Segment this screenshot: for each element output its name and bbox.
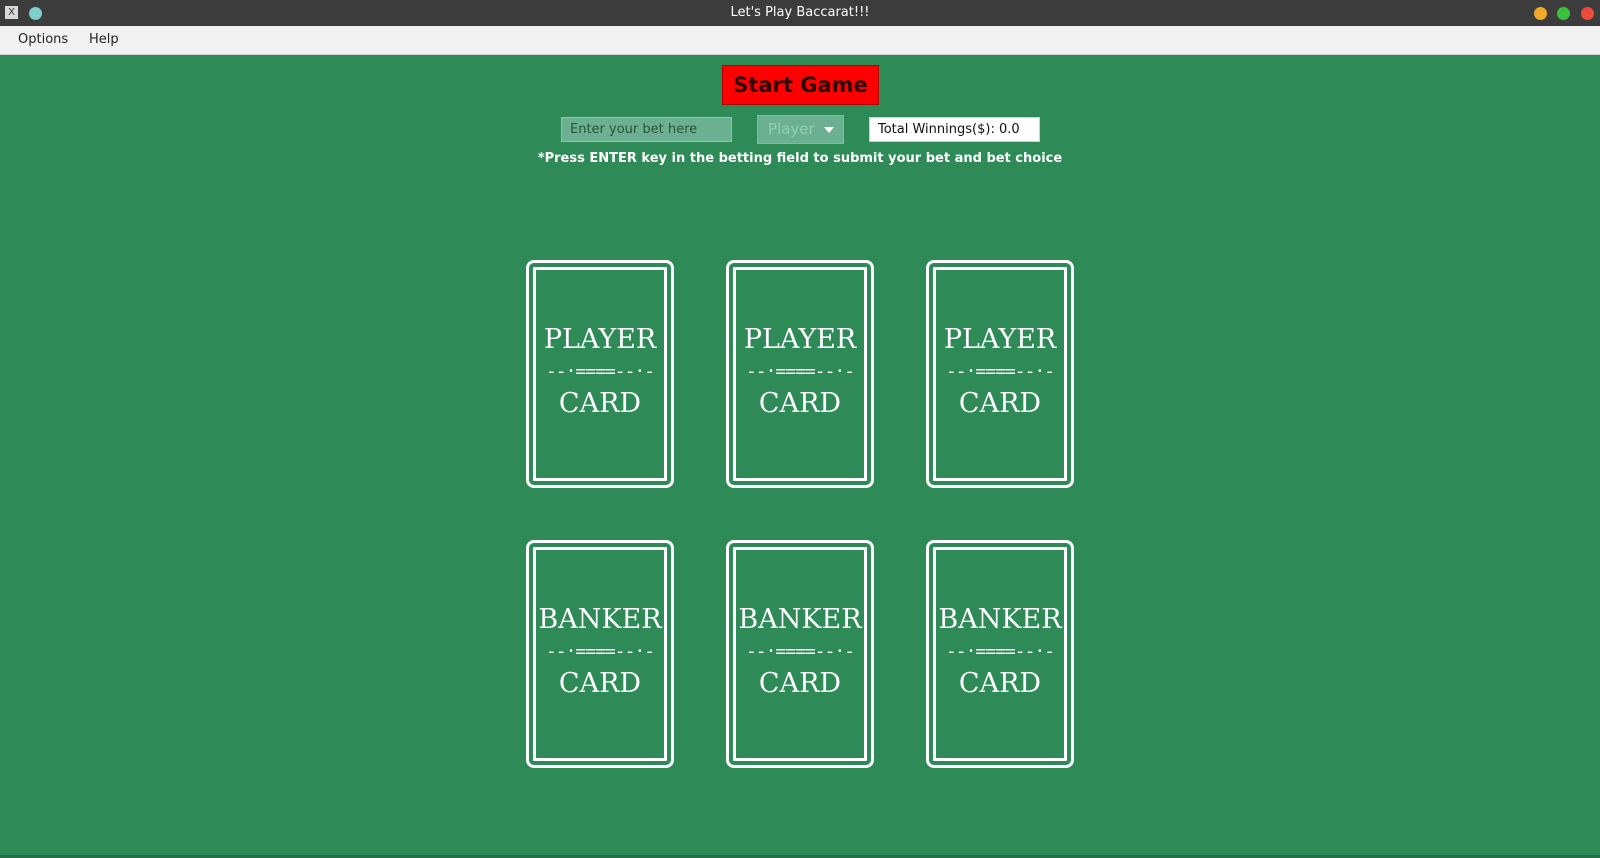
menu-bar: Options Help: [0, 26, 1600, 55]
card-label: CARD: [958, 388, 1042, 419]
card-label: CARD: [558, 668, 642, 699]
close-button[interactable]: [1581, 7, 1594, 20]
total-winnings-field: Total Winnings($): 0.0: [869, 117, 1040, 142]
player-card-3: PLAYER --·====--·- CARD: [926, 260, 1074, 488]
banker-card-1: BANKER --·====--·- CARD: [526, 540, 674, 768]
betting-hint: *Press ENTER key in the betting field to…: [537, 151, 1063, 166]
card-label: CARD: [958, 668, 1042, 699]
card-label: CARD: [758, 668, 842, 699]
card-title: BANKER: [738, 604, 862, 635]
card-divider: --·====--·-: [545, 361, 655, 382]
bet-choice-dropdown[interactable]: Player: [757, 115, 844, 144]
card-divider: --·====--·-: [745, 361, 855, 382]
minimize-button[interactable]: [1534, 7, 1547, 20]
banker-card-3: BANKER --·====--·- CARD: [926, 540, 1074, 768]
card-frame: PLAYER --·====--·- CARD: [733, 267, 867, 481]
card-title: PLAYER: [543, 324, 657, 355]
card-frame: BANKER --·====--·- CARD: [533, 547, 667, 761]
card-title: BANKER: [538, 604, 662, 635]
window-title: Let's Play Baccarat!!!: [730, 5, 870, 20]
card-label: CARD: [558, 388, 642, 419]
banker-card-2: BANKER --·====--·- CARD: [726, 540, 874, 768]
card-divider: --·====--·-: [945, 641, 1055, 662]
start-game-button[interactable]: Start Game: [722, 65, 879, 105]
card-label: CARD: [758, 388, 842, 419]
player-card-1: PLAYER --·====--·- CARD: [526, 260, 674, 488]
title-bar: X Let's Play Baccarat!!!: [0, 0, 1600, 26]
bet-input[interactable]: [561, 117, 732, 142]
card-divider: --·====--·-: [745, 641, 855, 662]
menu-options[interactable]: Options: [18, 26, 68, 54]
card-frame: PLAYER --·====--·- CARD: [933, 267, 1067, 481]
bet-choice-selected: Player: [768, 120, 815, 138]
card-frame: BANKER --·====--·- CARD: [933, 547, 1067, 761]
card-title: PLAYER: [743, 324, 857, 355]
card-frame: BANKER --·====--·- CARD: [733, 547, 867, 761]
card-title: BANKER: [938, 604, 1062, 635]
player-card-2: PLAYER --·====--·- CARD: [726, 260, 874, 488]
card-frame: PLAYER --·====--·- CARD: [533, 267, 667, 481]
maximize-button[interactable]: [1557, 7, 1570, 20]
menu-help[interactable]: Help: [89, 26, 119, 54]
card-title: PLAYER: [943, 324, 1057, 355]
card-divider: --·====--·-: [545, 641, 655, 662]
chevron-down-icon: [824, 127, 834, 133]
card-divider: --·====--·-: [945, 361, 1055, 382]
